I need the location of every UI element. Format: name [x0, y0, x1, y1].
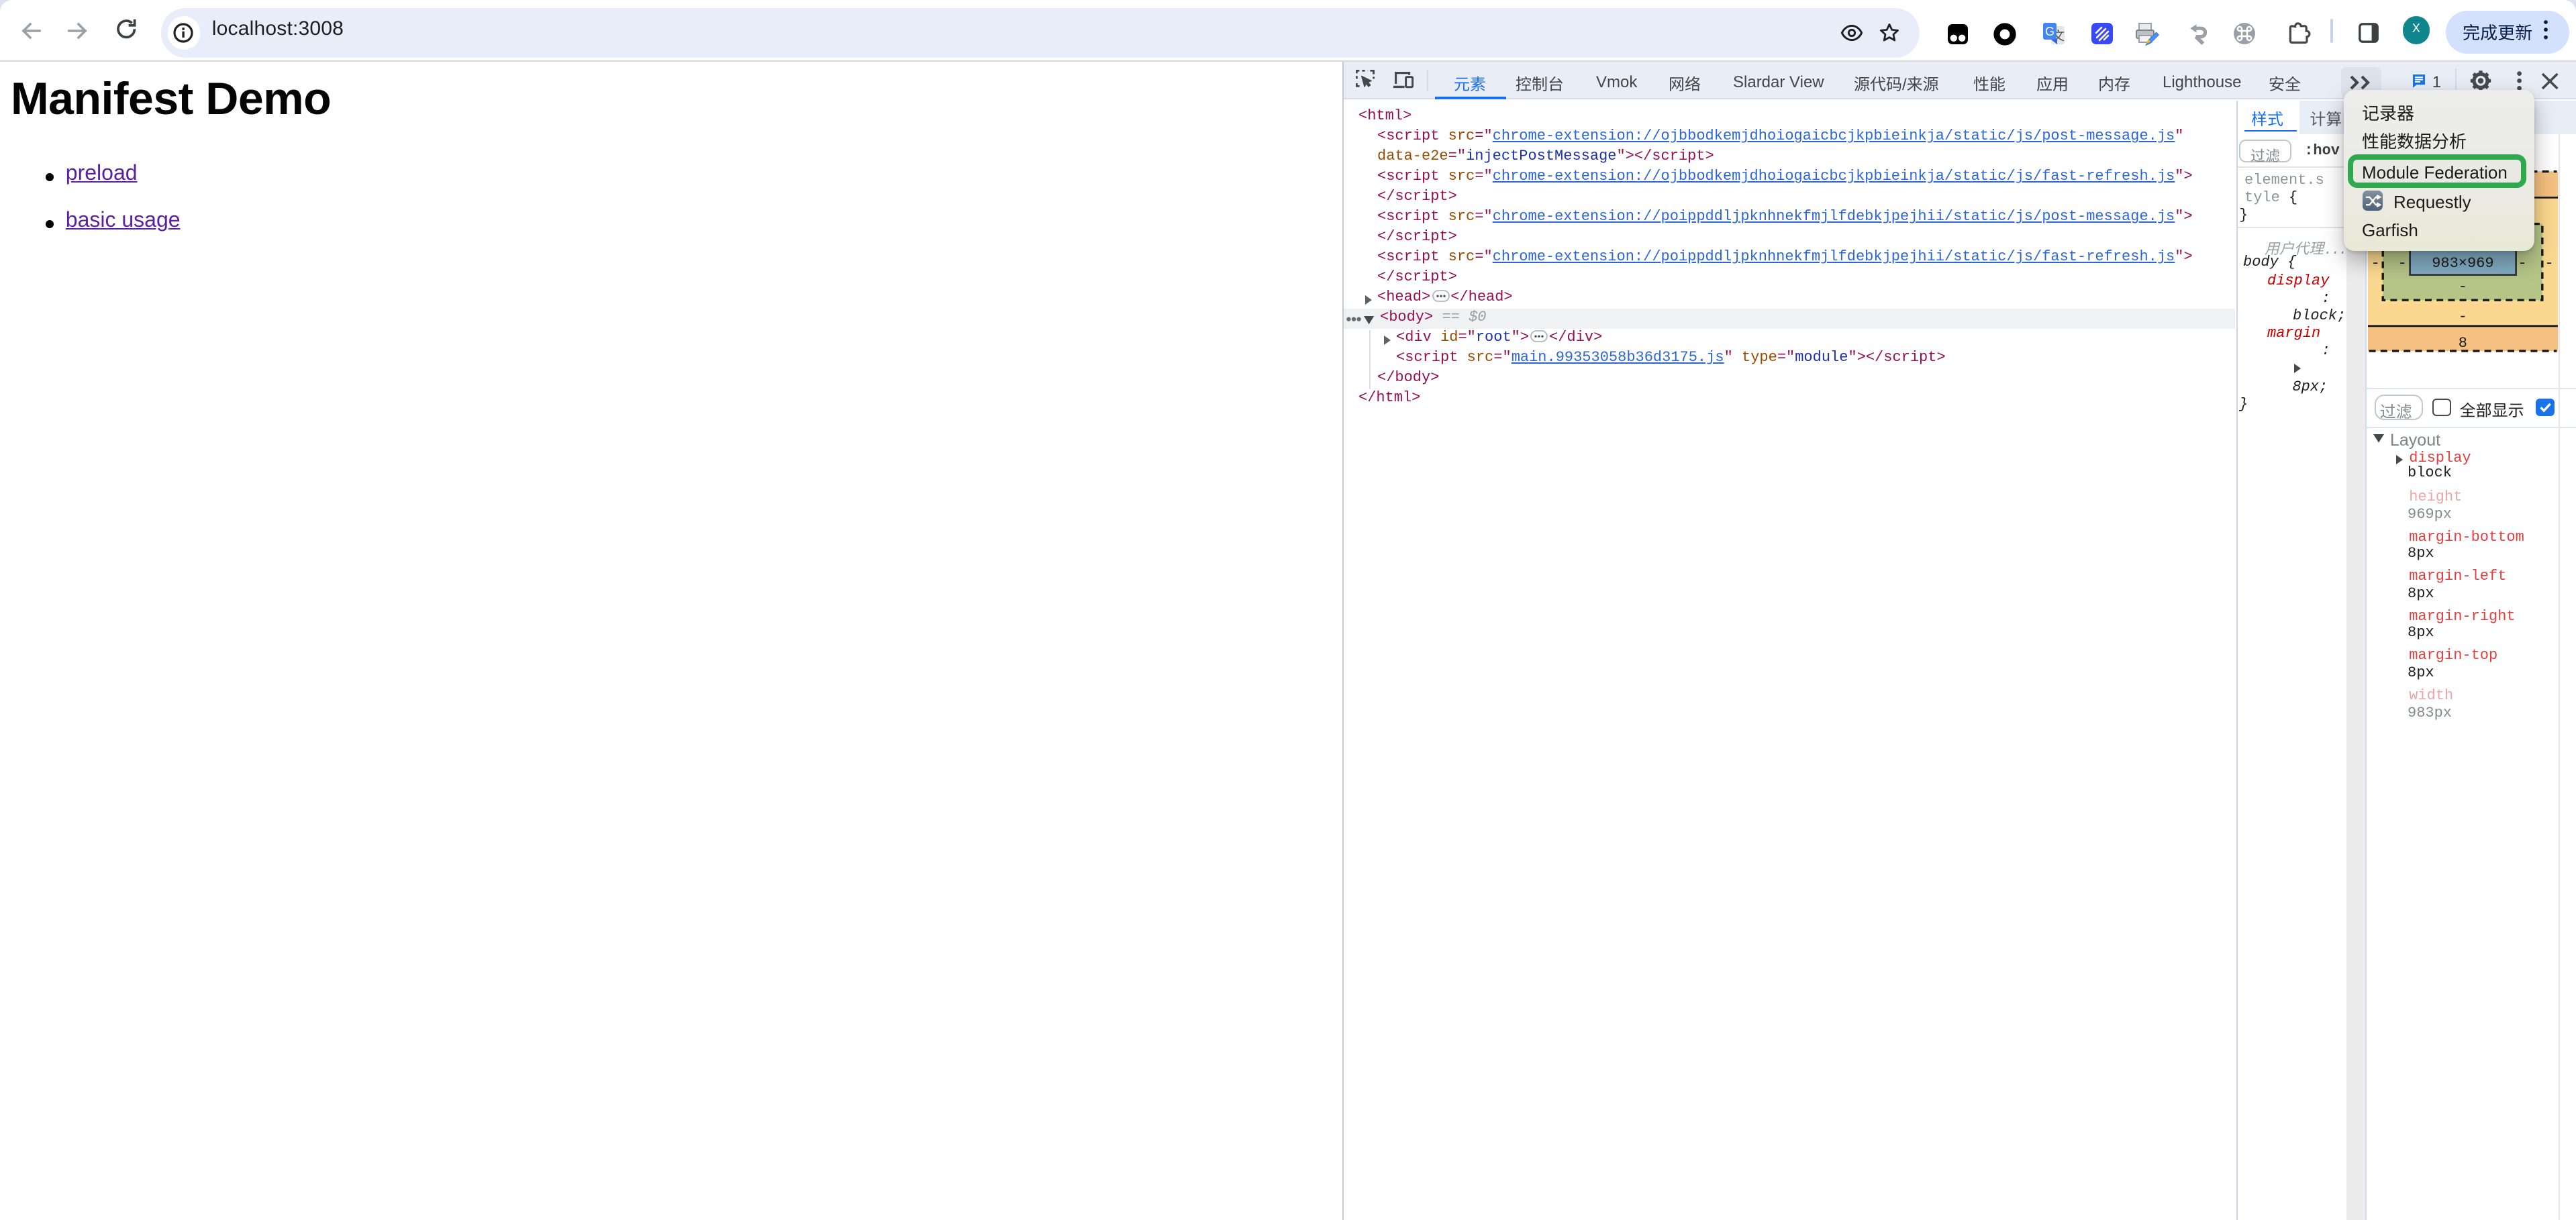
svg-text:G: G [2045, 25, 2054, 38]
svg-text:-: - [2459, 308, 2467, 325]
svg-text:-: - [2544, 254, 2553, 271]
svg-text:8: 8 [2459, 334, 2467, 351]
svg-text:-: - [2459, 278, 2467, 295]
svg-text:-: - [2371, 254, 2380, 271]
svg-text:-: - [2398, 254, 2407, 271]
svg-text:-: - [2518, 254, 2526, 271]
svg-text:983×969: 983×969 [2432, 254, 2493, 271]
